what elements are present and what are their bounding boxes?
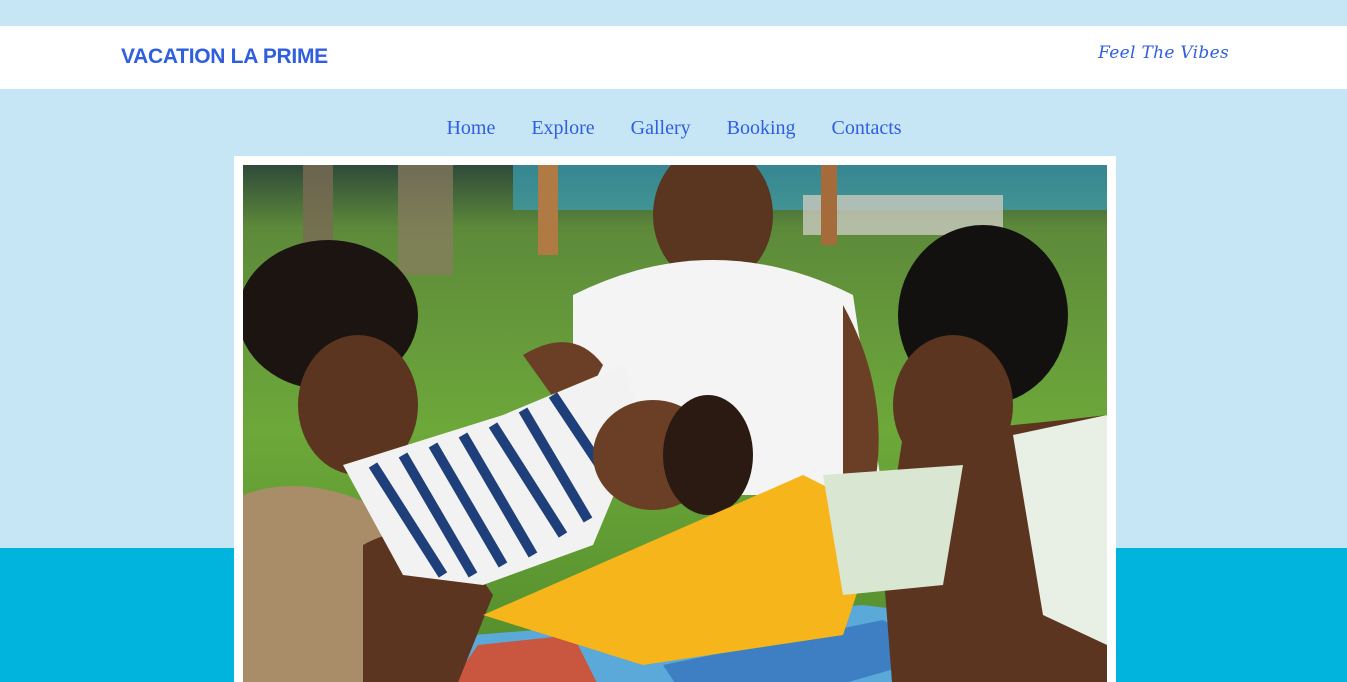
nav-contacts-link[interactable]: Contacts (832, 116, 902, 140)
tagline: Feel The Vibes (1098, 43, 1229, 63)
nav-gallery-link[interactable]: Gallery (631, 116, 691, 140)
nav-explore-link[interactable]: Explore (531, 116, 594, 140)
page: VACATION LA PRIME Feel The Vibes Home Ex… (0, 0, 1347, 682)
nav-home-link[interactable]: Home (446, 116, 495, 140)
brand-logo-link[interactable]: VACATION LA PRIME (121, 45, 328, 69)
site-header: VACATION LA PRIME Feel The Vibes (0, 26, 1347, 89)
hero-photo (243, 165, 1107, 682)
main-nav: Home Explore Gallery Booking Contacts (0, 116, 1347, 140)
hero-photo-frame (234, 156, 1116, 682)
nav-booking-link[interactable]: Booking (727, 116, 796, 140)
